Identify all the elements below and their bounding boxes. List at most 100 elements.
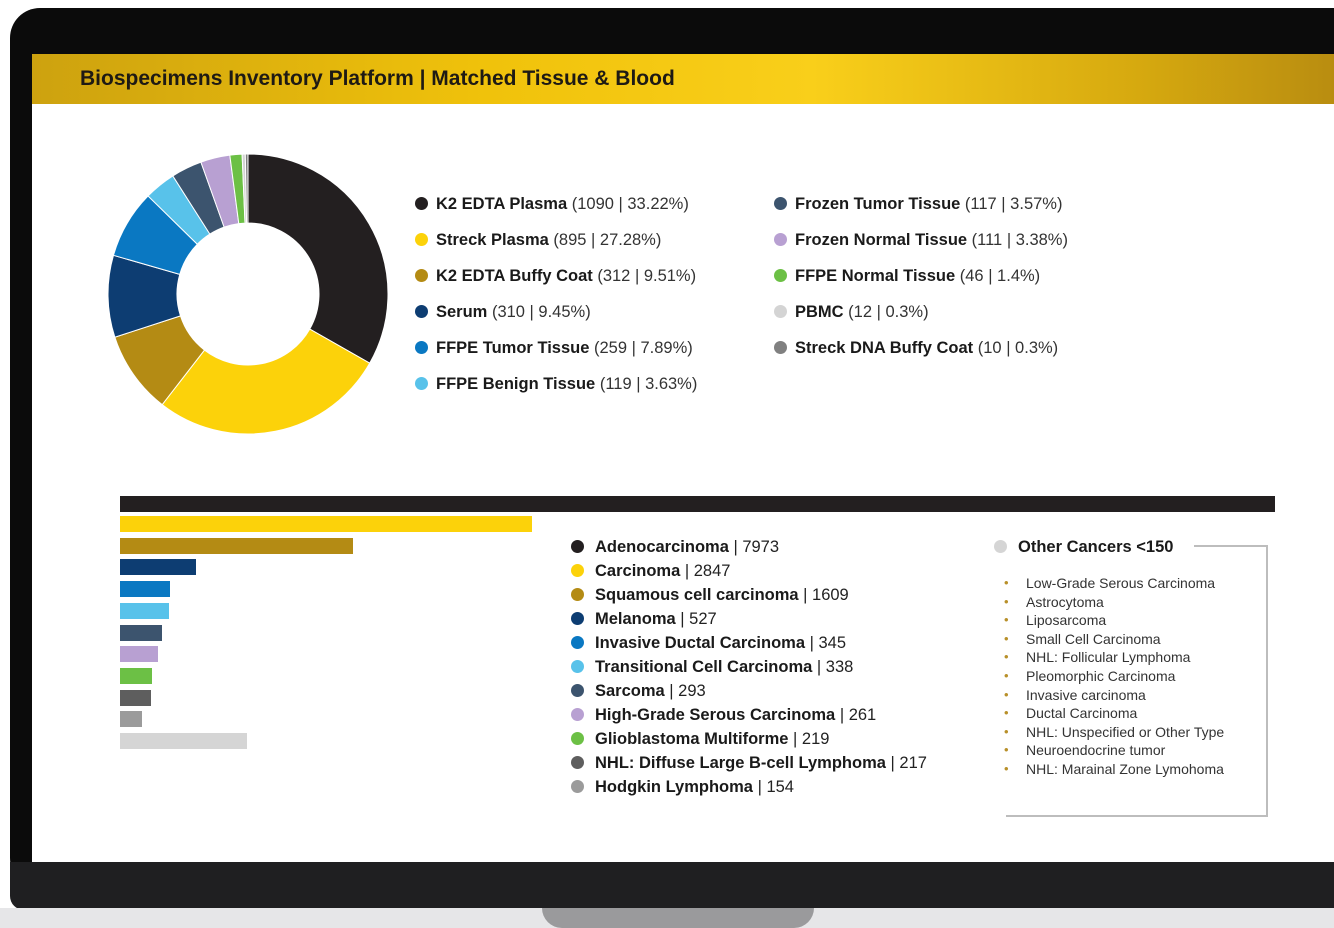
legend-label: Serum	[436, 303, 488, 321]
legend-item: FFPE Tumor Tissue (259 | 7.89%)	[415, 339, 693, 358]
legend-value: (310 | 9.45%)	[487, 303, 591, 321]
page-title: Biospecimens Inventory Platform | Matche…	[80, 67, 675, 90]
other-cancers-title: Other Cancers <150	[994, 538, 1180, 557]
bar	[120, 537, 353, 554]
cancer-label: NHL: Diffuse Large B-cell Lymphoma	[595, 754, 886, 772]
header-band: Biospecimens Inventory Platform | Matche…	[32, 54, 1334, 104]
bar	[120, 733, 247, 749]
legend-dot	[774, 341, 787, 354]
legend-label: FFPE Normal Tissue	[795, 267, 956, 285]
cancer-legend-item: Adenocarcinoma | 7973	[571, 538, 779, 557]
cancer-label: Hodgkin Lymphoma	[595, 778, 753, 796]
screen: Biospecimens Inventory Platform | Matche…	[32, 54, 1334, 862]
legend-value: (12 | 0.3%)	[843, 303, 929, 321]
legend-value: (46 | 1.4%)	[955, 267, 1041, 285]
cancer-legend-item: Melanoma | 527	[571, 610, 717, 629]
bar	[120, 667, 152, 684]
legend-item: FFPE Benign Tissue (119 | 3.63%)	[415, 375, 697, 394]
legend-item: Streck Plasma (895 | 27.28%)	[415, 231, 661, 250]
legend-dot	[415, 377, 428, 390]
legend-value: (111 | 3.38%)	[967, 231, 1068, 249]
bar	[120, 602, 169, 619]
legend-value: (895 | 27.28%)	[548, 231, 662, 249]
legend-item: Frozen Normal Tissue (111 | 3.38%)	[774, 231, 1068, 250]
legend-value: (119 | 3.63%)	[595, 375, 698, 393]
legend-dot	[774, 233, 787, 246]
legend-label: K2 EDTA Plasma	[436, 195, 568, 213]
cancer-value: | 293	[664, 682, 706, 700]
bar	[120, 689, 152, 706]
legend-item: PBMC (12 | 0.3%)	[774, 303, 929, 322]
legend-dot	[415, 197, 428, 210]
other-cancer-item: NHL: Unspecified or Other Type	[1004, 723, 1264, 742]
legend-label: Frozen Normal Tissue	[795, 231, 968, 249]
cancer-legend-item: Invasive Ductal Carcinoma | 345	[571, 634, 846, 653]
legend-dot	[571, 684, 584, 697]
legend-label: FFPE Tumor Tissue	[436, 339, 590, 357]
cancer-legend-item: Hodgkin Lymphoma | 154	[571, 778, 794, 797]
specimen-donut-chart	[107, 153, 389, 435]
legend-dot	[571, 636, 584, 649]
legend-item: Frozen Tumor Tissue (117 | 3.57%)	[774, 195, 1062, 214]
legend-dot	[571, 780, 584, 793]
other-cancer-item: Small Cell Carcinoma	[1004, 630, 1264, 649]
legend-dot	[415, 233, 428, 246]
other-cancer-item: Pleomorphic Carcinoma	[1004, 667, 1264, 686]
legend-dot	[415, 341, 428, 354]
legend-dot	[415, 305, 428, 318]
cancer-legend-item: Carcinoma | 2847	[571, 562, 730, 581]
legend-dot	[571, 540, 584, 553]
legend-label: Streck Plasma	[436, 231, 549, 249]
legend-value: (10 | 0.3%)	[973, 339, 1059, 357]
cancer-legend-item: Glioblastoma Multiforme | 219	[571, 730, 829, 749]
laptop-base-groove	[542, 908, 814, 928]
legend-dot	[571, 588, 584, 601]
legend-item: Serum (310 | 9.45%)	[415, 303, 591, 322]
legend-dot	[571, 660, 584, 673]
bar	[120, 516, 532, 532]
legend-dot	[994, 540, 1007, 553]
other-cancer-item: Liposarcoma	[1004, 611, 1264, 630]
other-cancer-item: Low-Grade Serous Carcinoma	[1004, 574, 1264, 593]
cancer-label: Transitional Cell Carcinoma	[595, 658, 813, 676]
bar	[120, 581, 170, 598]
legend-dot	[571, 612, 584, 625]
legend-dot	[415, 269, 428, 282]
cancer-label: Glioblastoma Multiforme	[595, 730, 789, 748]
cancer-value: | 527	[675, 610, 717, 628]
legend-item: Streck DNA Buffy Coat (10 | 0.3%)	[774, 339, 1058, 358]
cancer-label: High-Grade Serous Carcinoma	[595, 706, 836, 724]
bar	[120, 711, 143, 728]
cancer-label: Invasive Ductal Carcinoma	[595, 634, 806, 652]
laptop-bezel-bottom	[10, 862, 1334, 910]
bar	[120, 624, 163, 641]
cancer-value: | 219	[788, 730, 830, 748]
other-cancers-box-line	[1194, 545, 1268, 547]
legend-value: (259 | 7.89%)	[589, 339, 693, 357]
other-cancer-item: NHL: Marainal Zone Lymohoma	[1004, 760, 1264, 779]
cancer-value: | 338	[812, 658, 854, 676]
legend-value: (117 | 3.57%)	[960, 195, 1063, 213]
legend-dot	[571, 708, 584, 721]
legend-dot	[774, 197, 787, 210]
legend-dot	[571, 564, 584, 577]
cancer-label: Carcinoma	[595, 562, 681, 580]
cancer-value: | 345	[805, 634, 846, 652]
cancer-value: | 261	[835, 706, 877, 724]
cancer-value: | 1609	[798, 586, 849, 604]
cancer-label: Squamous cell carcinoma	[595, 586, 799, 604]
bar	[120, 646, 158, 663]
bar	[120, 496, 1275, 512]
other-cancer-item: NHL: Follicular Lymphoma	[1004, 648, 1264, 667]
other-cancers-list: Low-Grade Serous CarcinomaAstrocytomaLip…	[1004, 574, 1264, 779]
legend-dot	[571, 732, 584, 745]
cancer-label: Adenocarcinoma	[595, 538, 729, 556]
cancer-legend-item: Transitional Cell Carcinoma | 338	[571, 658, 853, 677]
cancer-legend-item: High-Grade Serous Carcinoma | 261	[571, 706, 876, 725]
cancer-label: Melanoma	[595, 610, 676, 628]
other-cancer-item: Neuroendocrine tumor	[1004, 741, 1264, 760]
donut-slice	[247, 153, 389, 364]
legend-item: K2 EDTA Buffy Coat (312 | 9.51%)	[415, 267, 696, 286]
legend-label: Streck DNA Buffy Coat	[795, 339, 974, 357]
legend-label: Frozen Tumor Tissue	[795, 195, 961, 213]
